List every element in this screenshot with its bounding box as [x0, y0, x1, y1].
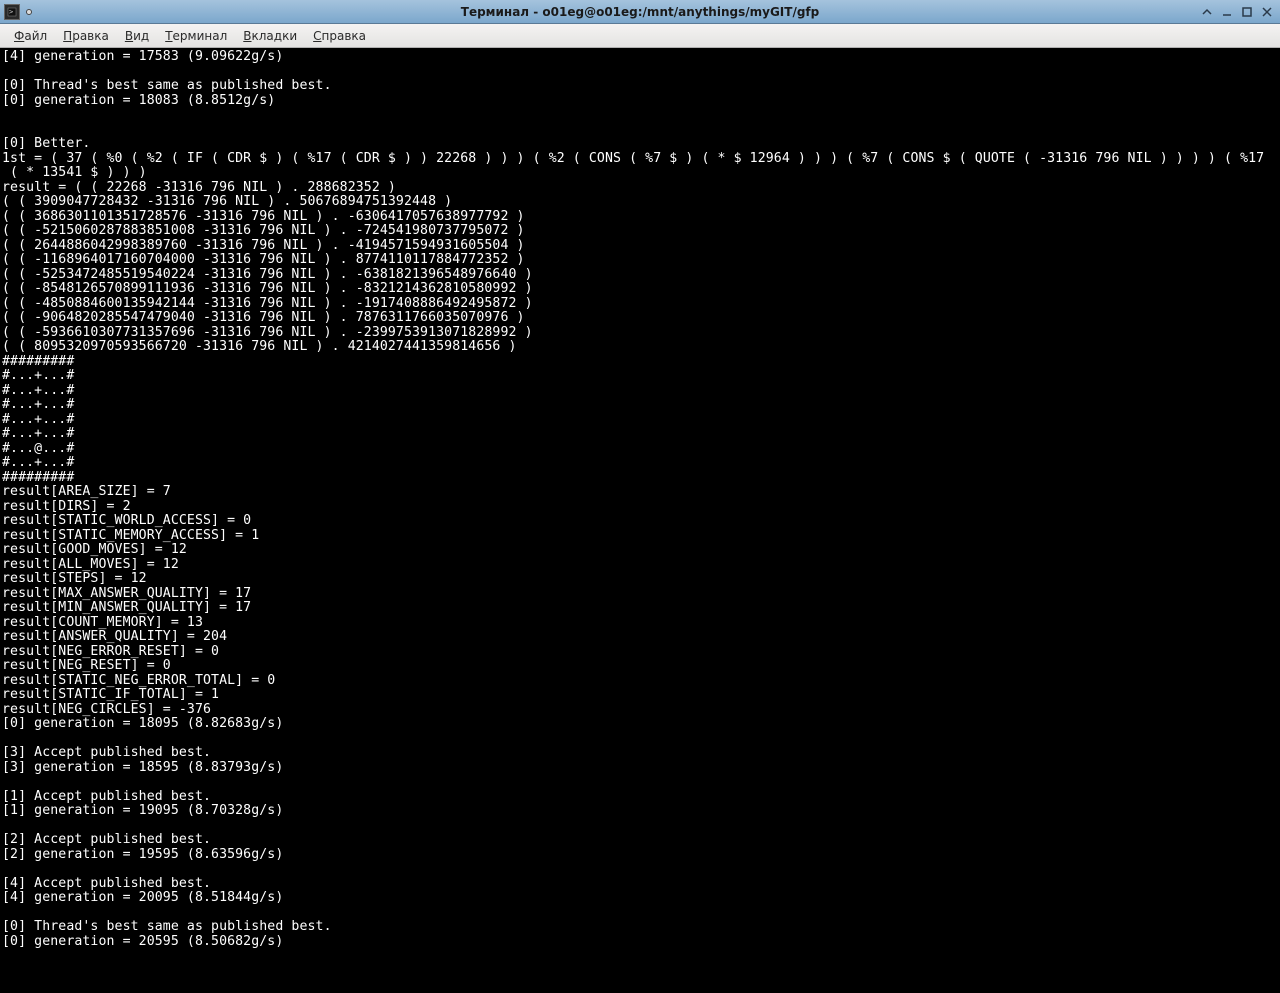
window-controls	[1198, 4, 1276, 20]
svg-text:>: >	[9, 8, 13, 16]
window-title: Терминал - o01eg@o01eg:/mnt/anythings/my…	[461, 5, 819, 19]
window-titlebar: > Терминал - o01eg@o01eg:/mnt/anythings/…	[0, 0, 1280, 24]
sticky-indicator-icon[interactable]	[26, 9, 32, 15]
menu-terminal[interactable]: Терминал	[157, 27, 235, 45]
minimize-button[interactable]	[1218, 4, 1236, 20]
close-button[interactable]	[1258, 4, 1276, 20]
menubar: Файл Правка Вид Терминал Вкладки Справка	[0, 24, 1280, 48]
rollup-button[interactable]	[1198, 4, 1216, 20]
menu-file[interactable]: Файл	[6, 27, 55, 45]
menu-edit[interactable]: Правка	[55, 27, 117, 45]
menu-tabs[interactable]: Вкладки	[235, 27, 305, 45]
menu-help[interactable]: Справка	[305, 27, 374, 45]
maximize-button[interactable]	[1238, 4, 1256, 20]
menu-view[interactable]: Вид	[117, 27, 157, 45]
terminal-output[interactable]: [4] generation = 17583 (9.09622g/s) [0] …	[0, 48, 1280, 993]
app-icon: >	[4, 4, 20, 20]
